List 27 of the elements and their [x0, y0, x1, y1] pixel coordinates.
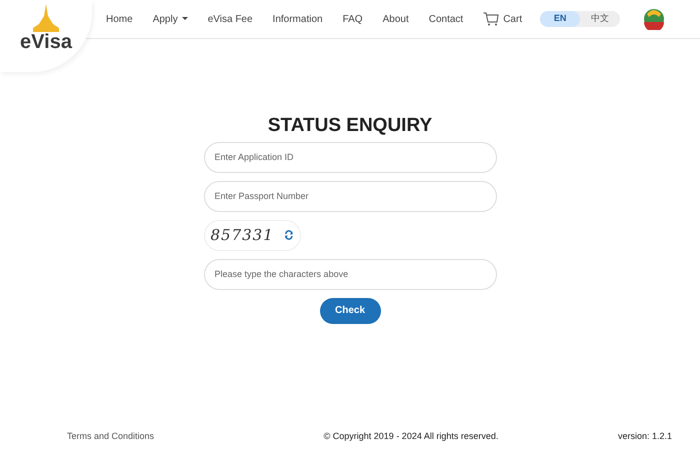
- temple-icon: [31, 4, 61, 32]
- caret-icon: [182, 17, 188, 21]
- captcha-input-field[interactable]: Please type the characters above: [204, 258, 496, 290]
- cart-label[interactable]: Cart: [503, 12, 522, 26]
- captcha-text: 857331: [210, 225, 274, 246]
- nav-link[interactable]: Contact: [418, 12, 474, 26]
- emblem-icon: [643, 8, 665, 30]
- input-field[interactable]: Enter Application ID: [204, 142, 496, 173]
- form-title: STATUS ENQUIRY: [268, 115, 432, 138]
- refresh-icon[interactable]: [284, 230, 294, 240]
- check-button[interactable]: Check: [320, 298, 380, 324]
- copyright-text: © Copyright 2019 - 2024 All rights reserved.: [324, 430, 498, 443]
- nav-link[interactable]: Home: [96, 12, 143, 26]
- nav-label[interactable]: Apply: [152, 12, 178, 26]
- nav-dropdown[interactable]: Apply: [142, 12, 198, 26]
- version-text: version: 1.2.1: [618, 430, 672, 443]
- terms-link[interactable]: Terms and Conditions: [67, 430, 154, 444]
- language-option[interactable]: EN: [540, 11, 580, 27]
- cart-icon: [483, 12, 500, 26]
- nav-link[interactable]: About: [372, 12, 419, 26]
- language-option[interactable]: 中文: [580, 11, 620, 27]
- input-field[interactable]: Enter Passport Number: [204, 180, 496, 212]
- cart-link[interactable]: Cart: [473, 12, 532, 26]
- nav-link[interactable]: Information: [262, 12, 333, 26]
- nav-link[interactable]: FAQ: [332, 12, 373, 26]
- nav-link[interactable]: eVisa Fee: [198, 12, 263, 26]
- logo-text: eVisa: [20, 32, 72, 52]
